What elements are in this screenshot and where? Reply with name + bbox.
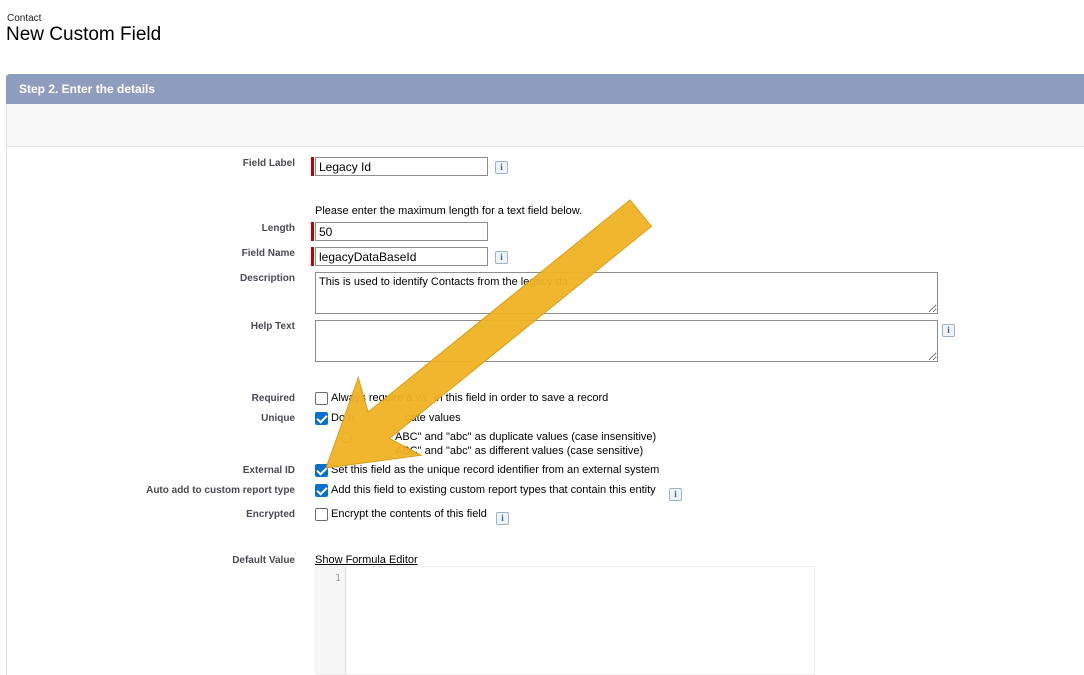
section-band bbox=[7, 104, 1084, 147]
unique-label: Unique bbox=[261, 413, 295, 424]
field-label-input[interactable] bbox=[315, 157, 488, 176]
encrypted-checkbox[interactable] bbox=[315, 508, 328, 521]
show-formula-editor-link[interactable]: Show Formula Editor bbox=[315, 554, 418, 566]
required-checkbox[interactable] bbox=[315, 392, 328, 405]
field-label-label: Field Label bbox=[242, 158, 295, 169]
auto-add-checkbox-text: Add this field to existing custom report… bbox=[331, 484, 656, 496]
required-label: Required bbox=[251, 393, 295, 404]
section-header: Step 2. Enter the details bbox=[6, 74, 1084, 104]
case-insensitive-text: ABC" and "abc" as duplicate values (case… bbox=[395, 431, 657, 443]
section-header-title: Step 2. Enter the details bbox=[19, 82, 156, 96]
default-value-label: Default Value bbox=[232, 555, 295, 566]
case-sensitive-text: ABC" and "abc" as different values (case… bbox=[395, 445, 644, 457]
description-label: Description bbox=[239, 273, 295, 284]
encrypted-checkbox-text: Encrypt the contents of this field bbox=[331, 508, 487, 520]
info-icon[interactable]: i bbox=[942, 324, 955, 337]
unique-checkbox-text: Do n bbox=[331, 412, 355, 424]
external-id-label: External ID bbox=[242, 465, 295, 476]
line-number: 1 bbox=[334, 573, 341, 584]
help-text-label: Help Text bbox=[250, 321, 295, 332]
required-marker bbox=[311, 157, 314, 176]
info-icon[interactable]: i bbox=[669, 488, 682, 501]
info-icon[interactable]: i bbox=[496, 512, 509, 525]
required-checkbox-text: Always require a va bbox=[331, 392, 427, 404]
editor-gutter: 1 bbox=[316, 567, 346, 674]
required-marker bbox=[311, 222, 314, 241]
external-id-checkbox[interactable] bbox=[315, 464, 328, 477]
required-checkbox-text-tail: in this field in order to save a record bbox=[434, 392, 609, 404]
field-name-label: Field Name bbox=[241, 248, 295, 259]
help-text-textarea[interactable] bbox=[315, 320, 938, 362]
formula-editor[interactable]: 1 bbox=[315, 566, 815, 675]
object-name: Contact bbox=[7, 13, 42, 24]
encrypted-label: Encrypted bbox=[246, 509, 295, 520]
description-textarea[interactable] bbox=[315, 272, 938, 314]
length-hint: Please enter the maximum length for a te… bbox=[315, 205, 583, 217]
unique-checkbox-text-tail: cate values bbox=[405, 412, 461, 424]
unique-checkbox[interactable] bbox=[315, 412, 328, 425]
info-icon[interactable]: i bbox=[495, 161, 508, 174]
info-icon[interactable]: i bbox=[495, 251, 508, 264]
auto-add-label: Auto add to custom report type bbox=[146, 485, 295, 496]
length-input[interactable] bbox=[315, 222, 488, 241]
field-name-input[interactable] bbox=[315, 247, 488, 266]
case-insensitive-radio[interactable] bbox=[341, 432, 352, 443]
required-marker bbox=[311, 247, 314, 266]
length-label: Length bbox=[261, 223, 295, 234]
page-title: New Custom Field bbox=[6, 24, 162, 45]
external-id-checkbox-text: Set this field as the unique record iden… bbox=[331, 464, 660, 476]
auto-add-checkbox[interactable] bbox=[315, 484, 328, 497]
